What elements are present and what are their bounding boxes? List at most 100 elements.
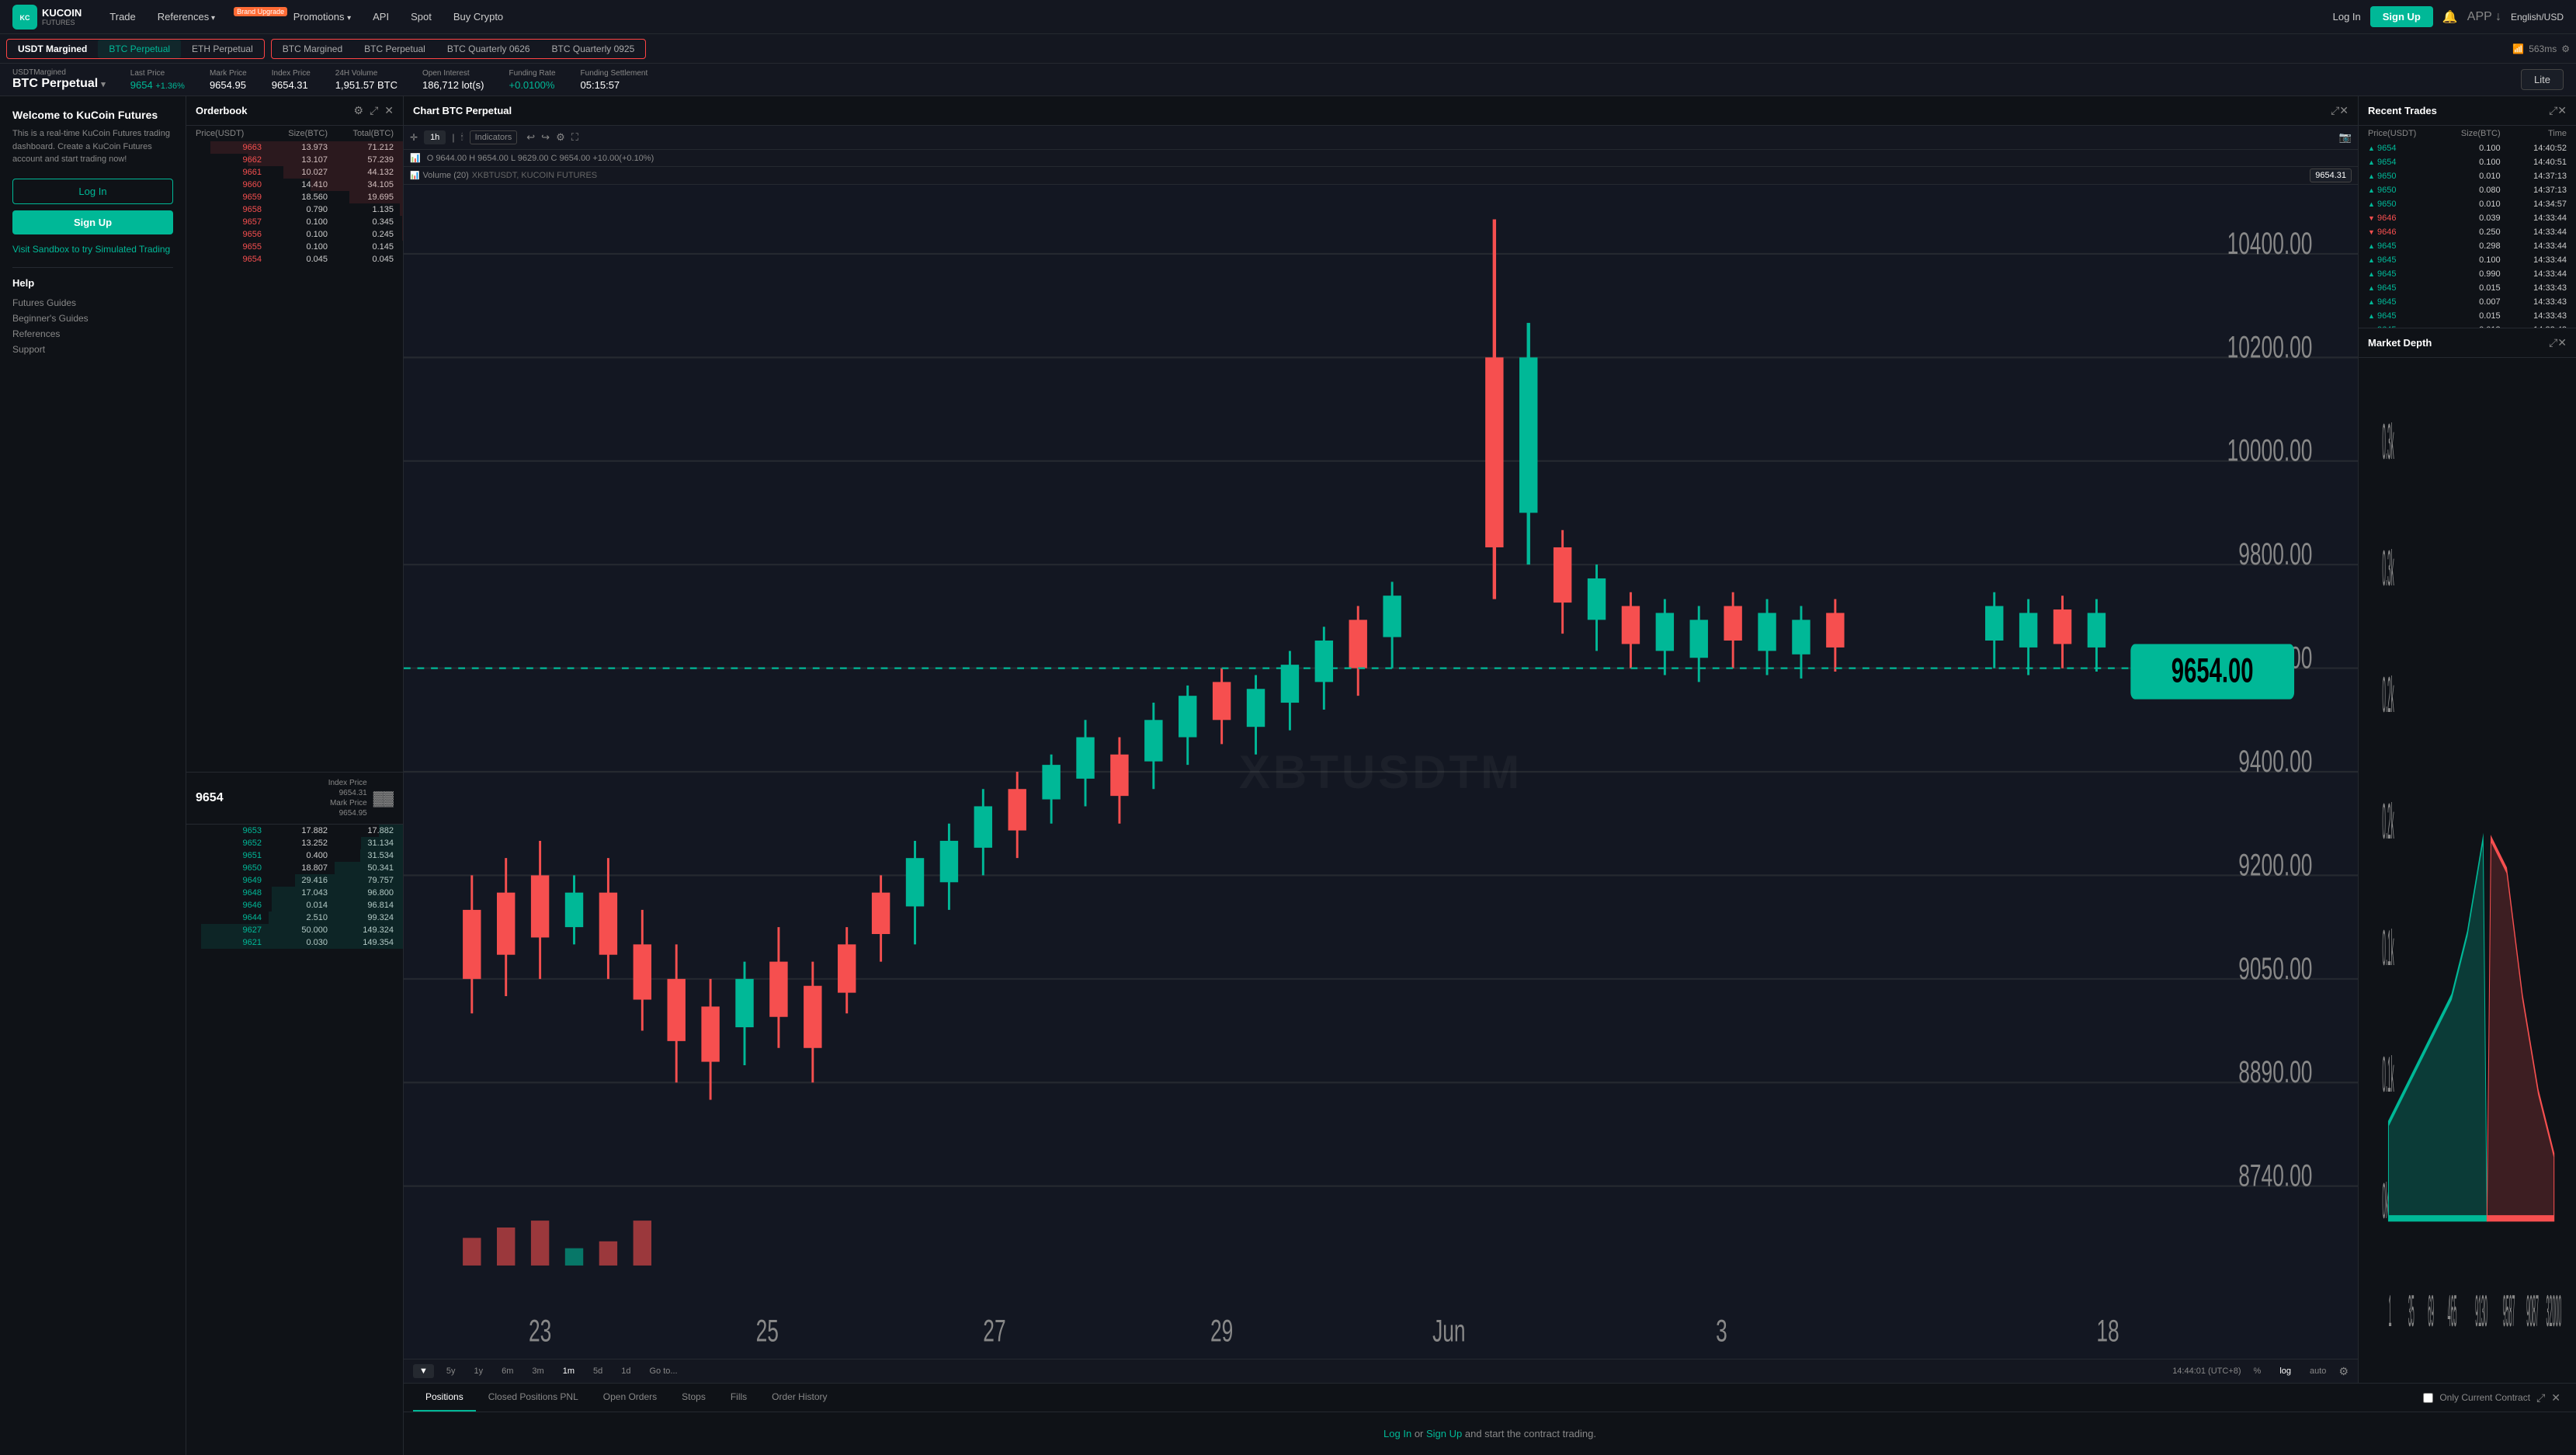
left-signup-button[interactable]: Sign Up xyxy=(12,210,173,234)
fullscreen-icon[interactable]: ⛶ xyxy=(571,131,578,144)
instrument-selector[interactable]: USDTMargined BTC Perpetual xyxy=(12,68,106,91)
pos-tab-positions[interactable]: Positions xyxy=(413,1384,476,1412)
left-login-button[interactable]: Log In xyxy=(12,179,173,204)
orderbook-bid-row: 9652 13.252 31.134 xyxy=(186,837,403,849)
svg-text:9087: 9087 xyxy=(2526,1286,2539,1336)
pos-login-link[interactable]: Log In xyxy=(1383,1428,1411,1439)
pos-tab-stops[interactable]: Stops xyxy=(669,1384,718,1412)
app-icon[interactable]: APP ↓ xyxy=(2467,10,2501,24)
chart-bottom-settings[interactable]: ⚙ xyxy=(2338,1365,2349,1378)
undo-icon[interactable]: ↩ xyxy=(526,131,535,144)
timeframe-1h[interactable]: 1h xyxy=(424,130,446,144)
trade-time: 14:33:44 xyxy=(2501,241,2567,251)
help-futures-guides[interactable]: Futures Guides xyxy=(12,295,173,311)
chart-expand-icon[interactable]: ⤢ xyxy=(2331,104,2339,117)
rt-close-icon[interactable]: ✕ xyxy=(2557,104,2567,117)
help-beginners-guides[interactable]: Beginner's Guides xyxy=(12,311,173,326)
nav-promotions[interactable]: Brand Upgrade Promotions xyxy=(227,6,360,27)
pos-expand-icon[interactable]: ⤢ xyxy=(2536,1391,2545,1405)
chart-toolbar: ✛ 1h | 🕯 Indicators ↩ ↪ ⚙ ⛶ 📷 xyxy=(404,126,2358,150)
nav-api[interactable]: API xyxy=(363,6,398,27)
candlestick-icon[interactable]: 🕯 xyxy=(460,133,463,143)
redo-icon[interactable]: ↪ xyxy=(541,131,550,144)
trade-price: ▼ 9646 xyxy=(2368,214,2434,223)
chart-pct-btn[interactable]: % xyxy=(2248,1364,2268,1378)
pos-signup-link[interactable]: Sign Up xyxy=(1426,1428,1462,1439)
camera-icon[interactable]: 📷 xyxy=(2339,131,2352,144)
login-button[interactable]: Log In xyxy=(2333,11,2361,23)
nav-trade[interactable]: Trade xyxy=(100,6,144,27)
chart-auto-btn[interactable]: auto xyxy=(2303,1364,2332,1378)
chart-collapse-btn[interactable]: ▼ xyxy=(413,1364,434,1378)
orderbook-bid-row: 9653 17.882 17.882 xyxy=(186,825,403,837)
index-price-ob-value: 9654.31 xyxy=(339,789,367,797)
bell-icon[interactable]: 🔔 xyxy=(2442,9,2458,25)
pos-tab-order-history[interactable]: Order History xyxy=(759,1384,839,1412)
pos-tab-fills[interactable]: Fills xyxy=(718,1384,759,1412)
trade-size: 0.990 xyxy=(2434,269,2500,279)
period-1d[interactable]: 1d xyxy=(615,1364,637,1378)
rt-expand-icon[interactable]: ⤢ xyxy=(2549,104,2557,117)
pos-close-icon[interactable]: ✕ xyxy=(2551,1391,2560,1405)
nav-spot[interactable]: Spot xyxy=(401,6,441,27)
settings-icon[interactable]: ⚙ xyxy=(2561,43,2570,54)
nav-buy-crypto[interactable]: Buy Crypto xyxy=(444,6,512,27)
period-goto[interactable]: Go to... xyxy=(643,1364,683,1378)
trade-time: 14:40:51 xyxy=(2501,158,2567,167)
indicators-button[interactable]: Indicators xyxy=(470,130,518,144)
trade-size: 0.100 xyxy=(2434,255,2500,265)
bid-size: 0.400 xyxy=(262,851,328,860)
period-5y[interactable]: 5y xyxy=(440,1364,462,1378)
bid-size: 17.882 xyxy=(262,826,328,835)
sandbox-link[interactable]: Visit Sandbox to try Simulated Trading xyxy=(12,244,173,255)
tab-btc-perpetual-1[interactable]: BTC Perpetual xyxy=(98,40,181,58)
md-expand-icon[interactable]: ⤢ xyxy=(2549,336,2557,349)
md-close-icon[interactable]: ✕ xyxy=(2557,336,2567,349)
logo[interactable]: KC KUCOIN FUTURES xyxy=(12,5,82,30)
tab-btc-quarterly-0925[interactable]: BTC Quarterly 0925 xyxy=(541,40,646,58)
chart-settings-icon[interactable]: ⚙ xyxy=(556,131,565,144)
language-selector[interactable]: English/USD xyxy=(2511,12,2564,23)
period-1m[interactable]: 1m xyxy=(557,1364,581,1378)
orderbook-ask-row: 9656 0.100 0.245 xyxy=(186,228,403,241)
help-references[interactable]: References xyxy=(12,326,173,342)
market-depth-header: Market Depth ⤢ ✕ xyxy=(2359,328,2576,358)
only-current-checkbox[interactable] xyxy=(2423,1393,2433,1403)
period-5d[interactable]: 5d xyxy=(587,1364,609,1378)
bid-price: 9649 xyxy=(196,876,262,885)
signup-button[interactable]: Sign Up xyxy=(2370,6,2433,27)
orderbook-bid-row: 9651 0.400 31.534 xyxy=(186,849,403,862)
open-interest-metric: Open Interest 186,712 lot(s) xyxy=(422,69,484,91)
period-6m[interactable]: 6m xyxy=(495,1364,519,1378)
pos-tab-closed-pnl[interactable]: Closed Positions PNL xyxy=(476,1384,591,1412)
trade-row: ▼ 9646 0.250 14:33:44 xyxy=(2359,225,2576,239)
orderbook-expand-icon[interactable]: ⤢ xyxy=(370,104,378,117)
center-right-area: Chart BTC Perpetual ⤢ ✕ ✛ 1h | 🕯 Indicat… xyxy=(404,96,2576,1455)
orderbook-bids: 9653 17.882 17.882 9652 13.252 31.134 96… xyxy=(186,825,403,1455)
period-1y[interactable]: 1y xyxy=(468,1364,490,1378)
chart-area: XBTUSDTM 1 xyxy=(404,185,2358,1359)
mark-price-label: Mark Price xyxy=(210,69,247,78)
orderbook-settings-icon[interactable]: ⚙ xyxy=(354,104,364,117)
lite-button[interactable]: Lite xyxy=(2521,69,2564,90)
chart-close-icon[interactable]: ✕ xyxy=(2339,104,2349,117)
trade-time: 14:33:43 xyxy=(2501,311,2567,321)
chart-tool-crosshair[interactable]: ✛ xyxy=(410,132,418,143)
chart-log-btn[interactable]: log xyxy=(2273,1364,2297,1378)
pos-tab-open-orders[interactable]: Open Orders xyxy=(591,1384,669,1412)
period-3m[interactable]: 3m xyxy=(526,1364,550,1378)
tab-btc-quarterly-0626[interactable]: BTC Quarterly 0626 xyxy=(436,40,541,58)
tab-btc-margined[interactable]: BTC Margined xyxy=(272,40,353,58)
tab-btc-perpetual-2[interactable]: BTC Perpetual xyxy=(353,40,436,58)
help-support[interactable]: Support xyxy=(12,342,173,357)
ask-total: 1.135 xyxy=(328,205,394,214)
tab-usdt-margined[interactable]: USDT Margined xyxy=(7,40,98,58)
chart-info-row: 📊 O 9644.00 H 9654.00 L 9629.00 C 9654.0… xyxy=(404,150,2358,167)
svg-text:0.3k: 0.3k xyxy=(2382,540,2394,596)
orderbook-close-icon[interactable]: ✕ xyxy=(384,104,394,117)
trade-time: 14:40:52 xyxy=(2501,144,2567,153)
trade-row: ▲ 9645 0.007 14:33:43 xyxy=(2359,295,2576,309)
svg-text:10200.00: 10200.00 xyxy=(2227,330,2313,365)
nav-references[interactable]: References xyxy=(148,6,224,27)
tab-eth-perpetual[interactable]: ETH Perpetual xyxy=(181,40,264,58)
